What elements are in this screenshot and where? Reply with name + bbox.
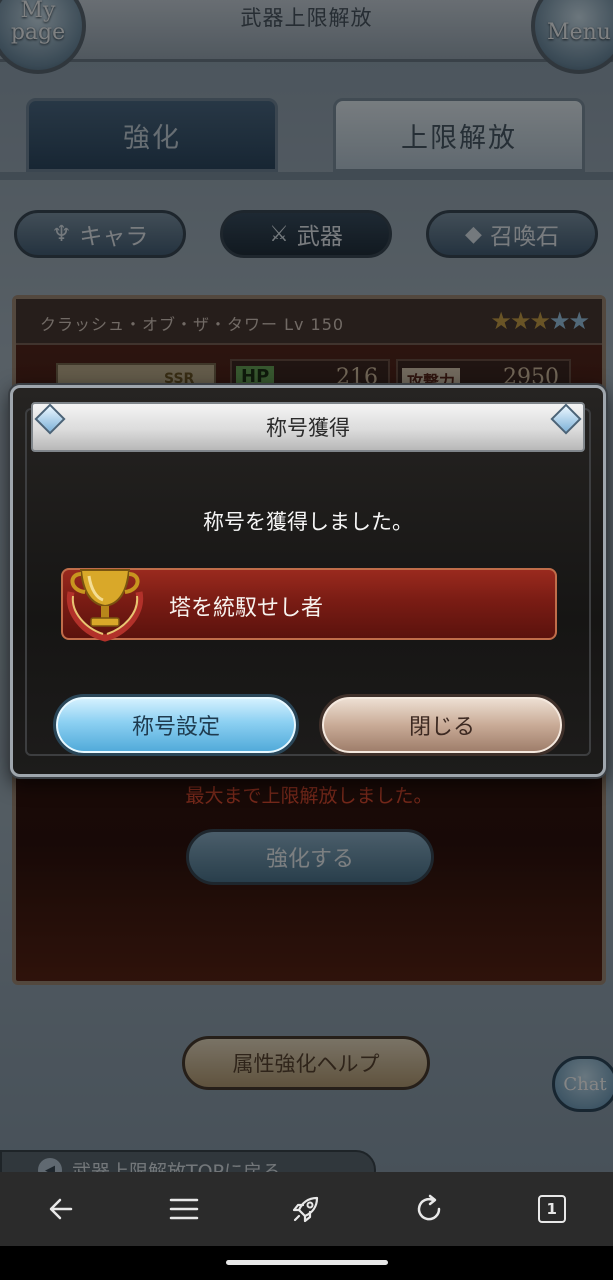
category-chara-label: キャラ <box>79 224 149 250</box>
rocket-icon <box>293 1196 319 1223</box>
crossed-swords-icon: ⚔ <box>269 221 289 247</box>
category-summon-label: 召喚石 <box>489 224 559 250</box>
element-help-button[interactable]: 属性強化ヘルプ <box>182 1036 430 1090</box>
star-icon: ★ <box>568 307 589 335</box>
category-weapon-label: 武器 <box>296 224 343 250</box>
page-title: 武器上限解放 <box>240 6 373 30</box>
home-gesture-pill[interactable] <box>226 1260 388 1265</box>
earned-title-banner: 塔を統馭せし者 <box>61 568 557 642</box>
back-to-top-link[interactable]: ◀ 武器上限解放TOPに戻る <box>0 1150 376 1172</box>
weapon-name: クラッシュ・オブ・ザ・タワー Lv 150 <box>40 315 345 334</box>
menu-list-button[interactable] <box>154 1179 214 1239</box>
star-icon: ★ <box>529 307 550 335</box>
star-icon: ★ <box>490 307 511 335</box>
title-acquired-dialog: 称号獲得 称号を獲得しました。 塔を統馭せし者 称号設定 閉じる <box>10 385 606 777</box>
tab-count: 1 <box>537 1195 566 1223</box>
star-icon: ★ <box>548 307 570 335</box>
back-button[interactable] <box>31 1179 91 1239</box>
tab-limit-break[interactable]: 上限解放 <box>333 98 585 172</box>
star-icon: ★ <box>509 307 531 335</box>
mypage-label-bottom: page <box>10 20 66 45</box>
max-uncap-message: 最大まで上限解放しました。 <box>185 785 433 807</box>
hamburger-icon <box>169 1198 199 1220</box>
chat-button[interactable]: Chat <box>552 1056 613 1112</box>
rocket-button[interactable] <box>276 1179 336 1239</box>
system-nav-bar <box>0 1246 613 1280</box>
tab-switcher-button[interactable]: 1 <box>522 1179 582 1239</box>
crystal-icon: ◆ <box>465 221 482 247</box>
category-weapon-button[interactable]: ⚔ 武器 <box>220 210 392 258</box>
back-arrow-icon <box>50 1198 73 1220</box>
header-bar: 武器上限解放 <box>0 0 613 62</box>
trophy-icon <box>66 569 144 642</box>
back-arrow-icon: ◀ <box>38 1158 62 1172</box>
earned-title-name: 塔を統馭せし者 <box>169 596 324 621</box>
tab-enhance[interactable]: 強化 <box>26 98 278 172</box>
weapon-name-row: クラッシュ・オブ・ザ・タワー Lv 150 ★★★★★ <box>16 299 602 345</box>
uncap-stars: ★★★★★ <box>490 307 590 335</box>
close-button[interactable]: 閉じる <box>319 694 565 756</box>
chara-icon: ♆ <box>51 221 72 247</box>
reload-icon <box>417 1194 441 1221</box>
title-settings-button[interactable]: 称号設定 <box>53 694 299 756</box>
enhance-button[interactable]: 強化する <box>186 829 434 885</box>
tab-divider <box>0 172 613 180</box>
menu-button[interactable]: Menu <box>531 0 613 74</box>
reload-button[interactable] <box>399 1179 459 1239</box>
mypage-button[interactable]: My page <box>0 0 86 74</box>
category-summon-button[interactable]: ◆ 召喚石 <box>426 210 598 258</box>
back-to-top-label: 武器上限解放TOPに戻る <box>72 1160 282 1173</box>
hp-label: HP <box>236 366 275 387</box>
browser-toolbar: 1 <box>0 1172 613 1246</box>
dialog-message: 称号を獲得しました。 <box>203 510 413 534</box>
menu-label: Menu <box>547 20 611 45</box>
dialog-title: 称号獲得 <box>31 402 585 452</box>
category-chara-button[interactable]: ♆ キャラ <box>14 210 186 258</box>
